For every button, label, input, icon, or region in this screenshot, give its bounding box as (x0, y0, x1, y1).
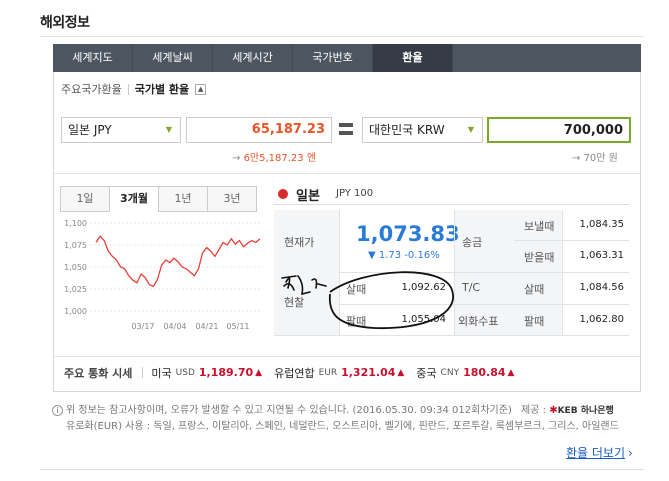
remit-recv-value: 1,063.31 (579, 250, 624, 261)
tab-world-map[interactable]: 세계지도 (53, 44, 133, 72)
tab-world-weather[interactable]: 세계날씨 (133, 44, 213, 72)
divider (40, 469, 644, 470)
notice: i위 정보는 참고사항이며, 오류가 발생할 수 있고 지연될 수 있습니다. … (52, 403, 642, 435)
row-divider (454, 304, 629, 305)
row-divider (514, 240, 629, 241)
to-currency-value: 대한민국 KRW (369, 123, 445, 137)
rate-series-line (95, 235, 261, 288)
to-amount-hint: → 70만 원 (572, 153, 618, 164)
remit-send-label: 보낼때 (524, 220, 555, 233)
period-tab-1y[interactable]: 1년 (158, 186, 208, 212)
row-divider (454, 272, 629, 273)
divider (40, 36, 644, 37)
info-icon: i (52, 405, 63, 416)
equals-icon (339, 123, 353, 136)
y-tick-label: 1,050 (64, 263, 87, 272)
country-header: 일본 JPY 100 (274, 185, 629, 205)
current-rate: 1,073.83 (356, 222, 460, 246)
provider-label: 제공 : (521, 405, 546, 416)
provider-name: KEB 하나은행 (557, 406, 614, 416)
summary-label: 주요 통화 시세 (64, 366, 133, 380)
foreign-sell-label: 팔때 (524, 315, 545, 328)
foreign-sell-value: 1,062.80 (579, 314, 624, 325)
subnav-major-rates[interactable]: 주요국가환율 (61, 81, 122, 97)
column-divider (562, 210, 563, 336)
x-tick-label: 04/21 (195, 322, 218, 331)
period-tabs: 1일 3개월 1년 3년 (60, 186, 257, 212)
cny-code: CNY (440, 367, 460, 378)
main-tabs: 세계지도 세계날씨 세계시간 국가번호 환율 (53, 44, 641, 72)
dropdown-arrow-icon: ▼ (467, 125, 474, 134)
eur-value: 1,321.04 (341, 366, 396, 379)
tc-buy-value: 1,084.56 (579, 282, 624, 293)
y-tick-label: 1,000 (64, 307, 87, 316)
notice-line1: 위 정보는 참고사항이며, 오류가 발생할 수 있고 지연될 수 있습니다. (… (66, 405, 512, 416)
rate-chart: 1,100 1,075 1,050 1,025 1,000 03/17 04/04 04/21… (60, 211, 266, 341)
japan-flag-icon (278, 189, 288, 199)
collapse-icon[interactable]: ▲ (195, 83, 207, 95)
tab-exchange-rate[interactable]: 환율 (373, 44, 453, 72)
from-amount-hint: → 6만5,187.23 엔 (232, 153, 317, 164)
x-tick-label: 04/04 (163, 322, 186, 331)
to-currency-select[interactable]: 대한민국 KRW ▼ (362, 117, 483, 143)
y-tick-label: 1,100 (64, 219, 87, 228)
handwritten-annotation (281, 271, 455, 330)
to-amount-input[interactable]: 700,000 (487, 117, 631, 143)
eur-name[interactable]: 유럽연합 (274, 365, 314, 381)
remit-send-value: 1,084.35 (579, 219, 624, 230)
up-arrow-icon: ▲ (507, 367, 515, 378)
more-exchange-link[interactable]: 환율 더보기 › (566, 444, 633, 461)
tc-buy-label: 살때 (524, 283, 545, 296)
period-tab-1d[interactable]: 1일 (60, 186, 110, 212)
period-tab-3m[interactable]: 3개월 (109, 186, 159, 212)
current-label: 현재가 (284, 236, 315, 249)
from-currency-select[interactable]: 일본 JPY ▼ (61, 117, 181, 143)
subnav: 주요국가환율 국가별 환율 ▲ (61, 81, 207, 97)
y-tick-label: 1,025 (64, 285, 87, 294)
usd-code: USD (175, 367, 195, 378)
major-currency-summary: 주요 통화 시세 미국 USD 1,189.70 ▲ 유럽연합 EUR 1,32… (54, 356, 640, 388)
from-amount-input[interactable]: 65,187.23 (186, 117, 332, 143)
remit-recv-label: 받을때 (524, 251, 555, 264)
up-arrow-icon: ▲ (397, 367, 405, 378)
section-title: 해외정보 (40, 15, 90, 31)
currency-code: JPY 100 (336, 188, 374, 199)
cny-name[interactable]: 중국 (416, 365, 436, 381)
divider (54, 173, 640, 174)
bank-logo-icon: ✱ (549, 405, 558, 416)
cny-value: 180.84 (463, 366, 506, 379)
from-currency-value: 일본 JPY (68, 123, 112, 137)
rate-chart-svg: 1,100 1,075 1,050 1,025 1,000 03/17 04/04 04/21… (64, 219, 261, 331)
y-tick-label: 1,075 (64, 241, 87, 250)
remit-label: 송금 (462, 236, 483, 249)
usd-name[interactable]: 미국 (151, 365, 171, 381)
country-name: 일본 (296, 189, 320, 204)
x-tick-label: 05/11 (226, 322, 249, 331)
chevron-right-icon: › (628, 446, 633, 460)
subnav-separator (127, 83, 129, 95)
rate-table: 현재가 1,073.83 ▼ 1.73 -0.16% 현찰 살때 1,092.6… (274, 210, 629, 336)
summary-separator (142, 367, 144, 378)
tab-country-code[interactable]: 국가번호 (293, 44, 373, 72)
foreign-check-label: 외화수표 (458, 315, 499, 328)
subnav-country-rates[interactable]: 국가별 환율 (135, 81, 189, 97)
up-arrow-icon: ▲ (255, 367, 263, 378)
period-tab-3y[interactable]: 3년 (207, 186, 257, 212)
tab-world-time[interactable]: 세계시간 (213, 44, 293, 72)
dropdown-arrow-icon: ▼ (165, 125, 172, 134)
notice-line2: 유로화(EUR) 사용 : 독일, 프랑스, 이탈리아, 스페인, 네덜란드, … (66, 421, 619, 432)
x-tick-label: 03/17 (131, 322, 154, 331)
tc-label: T/C (462, 281, 481, 294)
usd-value: 1,189.70 (198, 366, 254, 379)
eur-code: EUR (318, 367, 338, 378)
